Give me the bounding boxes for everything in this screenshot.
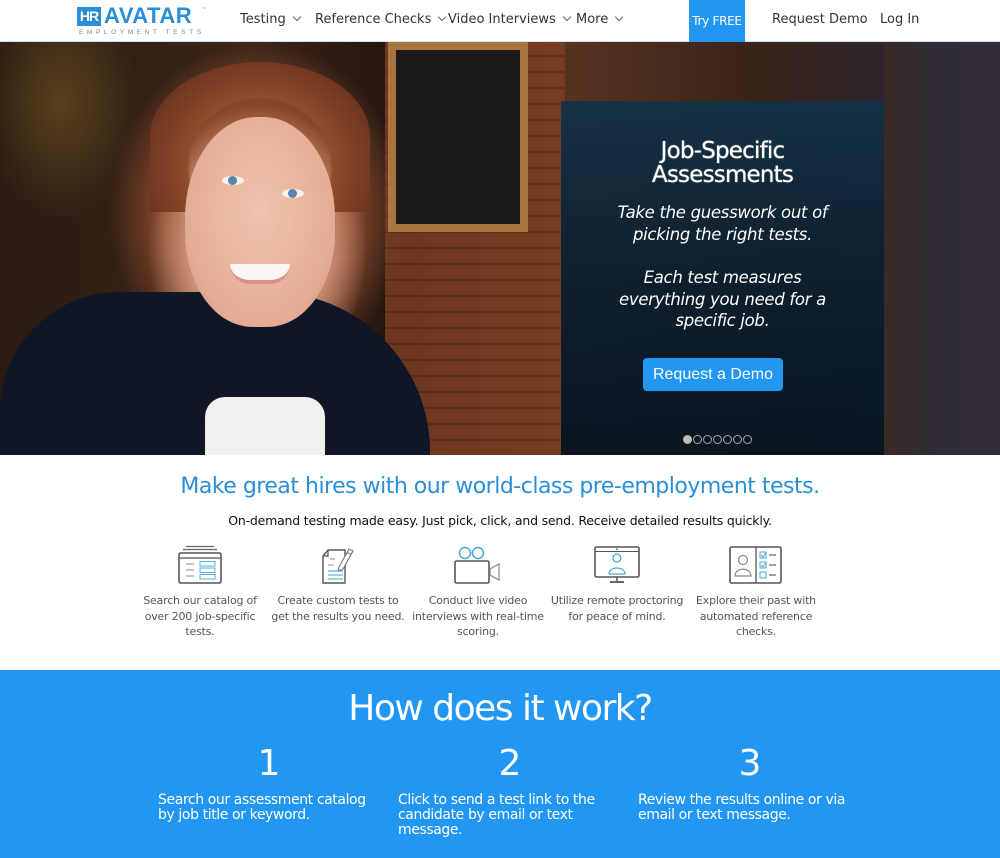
video-camera-icon [454, 546, 500, 584]
logo-tagline: EMPLOYMENT TESTS [79, 29, 205, 36]
feature-text-line: over 200 job-specific [144, 609, 256, 623]
step-3: 3 Review the results online or via email… [638, 742, 868, 823]
feature-video-interviews[interactable]: Conduct live video interviews with real-… [408, 545, 548, 640]
step-text-line: by job title or keyword. [158, 807, 310, 823]
carousel-dot-7[interactable] [743, 435, 752, 444]
chevron-down-icon [614, 12, 624, 22]
hero-subtitle-2: Each test measures everything you need f… [561, 267, 884, 332]
nav-reference-checks[interactable]: Reference Checks [315, 0, 447, 41]
feature-text-line: get the results you need. [271, 609, 405, 623]
how-it-works-section: How does it work? 1 Search our assessmen… [0, 670, 1000, 858]
nav-video-interviews[interactable]: Video Interviews [448, 0, 572, 41]
carousel-dot-6[interactable] [733, 435, 742, 444]
hero-subtitle-line: specific job. [675, 311, 770, 330]
how-it-works-title: How does it work? [348, 688, 653, 729]
step-text-line: Click to send a test link to the [398, 792, 595, 808]
hero-photo-face [185, 117, 335, 327]
step-text-line: Review the results online or via [638, 792, 846, 808]
feature-text-line: Conduct live video [428, 594, 528, 607]
hero-caption-panel: Job-Specific Assessments Take the guessw… [561, 101, 884, 455]
step-text-line: candidate by email or text [398, 807, 573, 823]
feature-custom-tests[interactable]: Create custom tests to get the results y… [268, 545, 408, 624]
feature-text-line: Create custom tests to [277, 594, 399, 607]
feature-reference-checks[interactable]: Explore their past with automated refere… [686, 545, 826, 640]
feature-custom-tests-text: Create custom tests to get the results y… [268, 593, 408, 624]
hero-subtitle-line: everything you need for a [619, 289, 826, 309]
step-text-line: email or text message. [638, 807, 791, 823]
nav-testing[interactable]: Testing [240, 0, 301, 41]
carousel-indicators [683, 435, 752, 445]
hero-subtitle-1: Take the guesswork out of picking the ri… [561, 202, 884, 245]
nav-more-label: More [576, 12, 609, 27]
carousel-dot-4[interactable] [713, 435, 722, 444]
feature-text-line: Utilize remote proctoring [550, 594, 684, 607]
hero-carousel: Job-Specific Assessments Take the guessw… [0, 42, 1000, 455]
carousel-dot-2[interactable] [693, 435, 702, 444]
feature-catalog-text: Search our catalog of over 200 job-speci… [130, 593, 270, 640]
feature-text-line: for peace of mind. [568, 609, 666, 623]
top-navigation: HR AVATAR ™ EMPLOYMENT TESTS Testing Ref… [0, 0, 1000, 42]
hero-photo-eye [222, 176, 244, 185]
feature-text-line: automated reference [699, 609, 813, 623]
feature-remote-proctoring[interactable]: Utilize remote proctoring for peace of m… [547, 545, 687, 624]
hero-picture-frame [388, 42, 528, 232]
feature-text-line: checks. [735, 625, 777, 638]
log-in-link[interactable]: Log In [880, 0, 919, 41]
step-number: 1 [257, 743, 281, 784]
feature-reference-checks-text: Explore their past with automated refere… [686, 593, 826, 640]
step-text-line: message. [398, 822, 463, 838]
feature-text-line: Explore their past with [696, 594, 816, 607]
intro-subline: On-demand testing made easy. Just pick, … [228, 513, 772, 528]
logo-wordmark: AVATAR [104, 3, 193, 28]
request-a-demo-button[interactable]: Request a Demo [643, 358, 783, 391]
feature-text-line: interviews with real-time [412, 609, 544, 623]
step-text: Review the results online or via email o… [638, 793, 868, 823]
nav-more[interactable]: More [576, 0, 624, 41]
try-free-button[interactable]: Try FREE [689, 0, 745, 42]
nav-testing-label: Testing [240, 12, 286, 27]
nav-video-interviews-label: Video Interviews [448, 12, 556, 27]
hero-title-line: Assessments [651, 162, 794, 188]
nav-reference-checks-label: Reference Checks [315, 12, 432, 27]
hero-right-shadow [884, 42, 1000, 455]
step-1: 1 Search our assessment catalog by job t… [158, 742, 388, 823]
hero-subtitle-line: Take the guesswork out of [617, 203, 828, 222]
hero-subtitle-line: Each test measures [643, 268, 802, 287]
feature-remote-proctoring-text: Utilize remote proctoring for peace of m… [547, 593, 687, 624]
request-demo-link[interactable]: Request Demo [772, 0, 868, 41]
catalog-icon [178, 545, 222, 584]
feature-video-interviews-text: Conduct live video interviews with real-… [408, 593, 548, 640]
reference-check-icon [729, 546, 782, 584]
step-text: Click to send a test link to the candida… [398, 793, 628, 838]
carousel-dot-3[interactable] [703, 435, 712, 444]
step-text-line: Search our assessment catalog [158, 792, 366, 808]
step-2: 2 Click to send a test link to the candi… [398, 742, 628, 838]
chevron-down-icon [292, 12, 301, 22]
logo-trademark: ™ [202, 7, 207, 13]
carousel-dot-5[interactable] [723, 435, 732, 444]
feature-text-line: tests. [185, 625, 215, 638]
chevron-down-icon [562, 12, 572, 22]
hero-subtitle-line: picking the right tests. [632, 224, 813, 244]
hero-photo-eye [282, 189, 304, 198]
custom-test-icon [322, 548, 354, 584]
hr-avatar-logo[interactable]: HR AVATAR ™ EMPLOYMENT TESTS [77, 3, 207, 37]
hero-title-line: Job-Specific [660, 138, 785, 164]
step-number: 2 [498, 743, 522, 784]
hero-title: Job-Specific Assessments [561, 139, 884, 187]
intro-headline: Make great hires with our world-class pr… [180, 474, 820, 499]
hero-photo-shirt [205, 397, 325, 455]
chevron-down-icon [438, 12, 447, 22]
step-number: 3 [738, 743, 762, 784]
feature-catalog[interactable]: Search our catalog of over 200 job-speci… [130, 545, 270, 640]
carousel-dot-1[interactable] [683, 435, 692, 444]
logo-badge: HR [77, 7, 101, 26]
remote-proctoring-icon [594, 546, 640, 583]
step-text: Search our assessment catalog by job tit… [158, 793, 388, 823]
feature-text-line: Search our catalog of [143, 594, 257, 607]
feature-text-line: scoring. [457, 625, 499, 638]
